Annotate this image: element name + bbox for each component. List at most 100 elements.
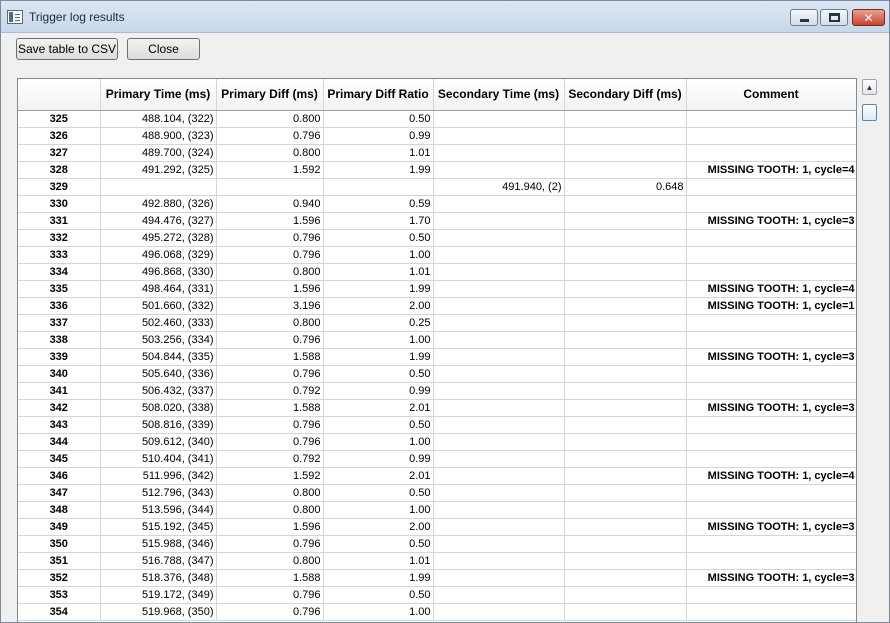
column-header[interactable]: Primary Time (ms): [100, 79, 217, 111]
primary-diff-ratio-cell: 2.00: [323, 518, 434, 536]
column-header[interactable]: [18, 79, 101, 111]
secondary-diff-cell: [564, 433, 687, 451]
table-header-row: Primary Time (ms) Primary Diff (ms) Primar…: [18, 79, 856, 111]
row-number: 336: [18, 297, 101, 315]
trigger-log-window: Trigger log results ✕ Save table to CSV …: [0, 0, 890, 623]
column-header[interactable]: Primary Diff (ms): [216, 79, 324, 111]
table-row[interactable]: 331 494.476, (327) 1.596 1.70 MISSING TOOTH:…: [18, 212, 856, 230]
column-header[interactable]: Secondary Time (ms): [433, 79, 565, 111]
row-number: 333: [18, 246, 101, 264]
table-row[interactable]: 335 498.464, (331) 1.596 1.99 MISSING TOOTH:…: [18, 280, 856, 298]
close-button[interactable]: Close: [127, 38, 200, 60]
secondary-time-cell: [433, 297, 565, 315]
table-row[interactable]: 327 489.700, (324) 0.800 1.01: [18, 144, 856, 162]
scroll-thumb[interactable]: [862, 104, 877, 121]
row-number: 344: [18, 433, 101, 451]
comment-cell: MISSING TOOTH: 1, cycle=4: [686, 280, 856, 298]
row-number: 340: [18, 365, 101, 383]
table-row[interactable]: 348 513.596, (344) 0.800 1.00: [18, 501, 856, 519]
table-row[interactable]: 350 515.988, (346) 0.796 0.50: [18, 535, 856, 553]
primary-diff-ratio-cell: 0.59: [323, 195, 434, 213]
primary-diff-ratio-cell: 2.00: [323, 297, 434, 315]
table-row[interactable]: 342 508.020, (338) 1.588 2.01 MISSING TOOTH:…: [18, 399, 856, 417]
primary-time-cell: 504.844, (335): [100, 348, 217, 366]
primary-diff-ratio-cell: 1.01: [323, 552, 434, 570]
table-row[interactable]: 351 516.788, (347) 0.800 1.01: [18, 552, 856, 570]
results-table[interactable]: Primary Time (ms) Primary Diff (ms) Primar…: [17, 78, 857, 622]
row-number: 343: [18, 416, 101, 434]
comment-cell: [686, 144, 856, 162]
table-row[interactable]: 346 511.996, (342) 1.592 2.01 MISSING TOOTH:…: [18, 467, 856, 485]
title-bar[interactable]: Trigger log results ✕: [1, 1, 889, 33]
table-body: 325 488.104, (322) 0.800 0.50 326 488.900, (3…: [18, 110, 856, 621]
secondary-time-cell: [433, 399, 565, 417]
table-row[interactable]: 336 501.660, (332) 3.196 2.00 MISSING TOOTH:…: [18, 297, 856, 315]
comment-cell: [686, 433, 856, 451]
secondary-diff-cell: [564, 416, 687, 434]
comment-cell: [686, 450, 856, 468]
primary-diff-ratio-cell: 2.01: [323, 399, 434, 417]
primary-time-cell: 512.796, (343): [100, 484, 217, 502]
table-row[interactable]: 344 509.612, (340) 0.796 1.00: [18, 433, 856, 451]
comment-cell: MISSING TOOTH: 1, cycle=4: [686, 161, 856, 179]
scroll-up-button[interactable]: ▲: [862, 79, 877, 95]
table-row[interactable]: 329 491.940, (2) 0.648: [18, 178, 856, 196]
primary-diff-cell: 0.800: [216, 263, 324, 281]
comment-cell: MISSING TOOTH: 1, cycle=3: [686, 569, 856, 587]
table-row[interactable]: 328 491.292, (325) 1.592 1.99 MISSING TOOTH:…: [18, 161, 856, 179]
secondary-time-cell: [433, 501, 565, 519]
table-row[interactable]: 341 506.432, (337) 0.792 0.99: [18, 382, 856, 400]
table-row[interactable]: 330 492.880, (326) 0.940 0.59: [18, 195, 856, 213]
primary-diff-ratio-cell: 0.99: [323, 450, 434, 468]
primary-diff-ratio-cell: 0.25: [323, 314, 434, 332]
column-header[interactable]: Comment: [686, 79, 856, 111]
comment-cell: MISSING TOOTH: 1, cycle=3: [686, 399, 856, 417]
table-row[interactable]: 354 519.968, (350) 0.796 1.00: [18, 603, 856, 621]
secondary-diff-cell: [564, 110, 687, 128]
primary-time-cell: 519.172, (349): [100, 586, 217, 604]
table-row[interactable]: 353 519.172, (349) 0.796 0.50: [18, 586, 856, 604]
table-row[interactable]: 334 496.868, (330) 0.800 1.01: [18, 263, 856, 281]
table-row[interactable]: 326 488.900, (323) 0.796 0.99: [18, 127, 856, 145]
table-row[interactable]: 349 515.192, (345) 1.596 2.00 MISSING TOOTH:…: [18, 518, 856, 536]
secondary-time-cell: [433, 467, 565, 485]
comment-cell: [686, 263, 856, 281]
primary-diff-cell: 0.800: [216, 144, 324, 162]
primary-time-cell: 488.104, (322): [100, 110, 217, 128]
secondary-time-cell: [433, 450, 565, 468]
primary-time-cell: 494.476, (327): [100, 212, 217, 230]
secondary-diff-cell: [564, 535, 687, 553]
table-row[interactable]: 332 495.272, (328) 0.796 0.50: [18, 229, 856, 247]
row-number: 345: [18, 450, 101, 468]
primary-diff-cell: 0.796: [216, 603, 324, 621]
vertical-scrollbar[interactable]: ▲: [861, 78, 878, 622]
table-row[interactable]: 340 505.640, (336) 0.796 0.50: [18, 365, 856, 383]
table-row[interactable]: 343 508.816, (339) 0.796 0.50: [18, 416, 856, 434]
row-number: 330: [18, 195, 101, 213]
secondary-diff-cell: [564, 212, 687, 230]
table-row[interactable]: 339 504.844, (335) 1.588 1.99 MISSING TOOTH:…: [18, 348, 856, 366]
primary-diff-cell: 0.796: [216, 586, 324, 604]
primary-diff-cell: 1.588: [216, 348, 324, 366]
close-window-button[interactable]: ✕: [852, 9, 885, 26]
secondary-time-cell: [433, 552, 565, 570]
column-header[interactable]: Primary Diff Ratio: [323, 79, 434, 111]
maximize-button[interactable]: [820, 9, 848, 26]
table-row[interactable]: 338 503.256, (334) 0.796 1.00: [18, 331, 856, 349]
secondary-diff-cell: [564, 297, 687, 315]
primary-time-cell: 503.256, (334): [100, 331, 217, 349]
secondary-time-cell: [433, 535, 565, 553]
table-row[interactable]: 337 502.460, (333) 0.800 0.25: [18, 314, 856, 332]
table-row[interactable]: 333 496.068, (329) 0.796 1.00: [18, 246, 856, 264]
save-csv-button[interactable]: Save table to CSV: [16, 38, 118, 60]
minimize-button[interactable]: [790, 9, 818, 26]
row-number: 352: [18, 569, 101, 587]
secondary-time-cell: [433, 569, 565, 587]
column-header[interactable]: Secondary Diff (ms): [564, 79, 687, 111]
table-row[interactable]: 325 488.104, (322) 0.800 0.50: [18, 110, 856, 128]
secondary-time-cell: [433, 127, 565, 145]
table-row[interactable]: 352 518.376, (348) 1.588 1.99 MISSING TOOTH:…: [18, 569, 856, 587]
table-row[interactable]: 347 512.796, (343) 0.800 0.50: [18, 484, 856, 502]
primary-time-cell: 506.432, (337): [100, 382, 217, 400]
table-row[interactable]: 345 510.404, (341) 0.792 0.99: [18, 450, 856, 468]
